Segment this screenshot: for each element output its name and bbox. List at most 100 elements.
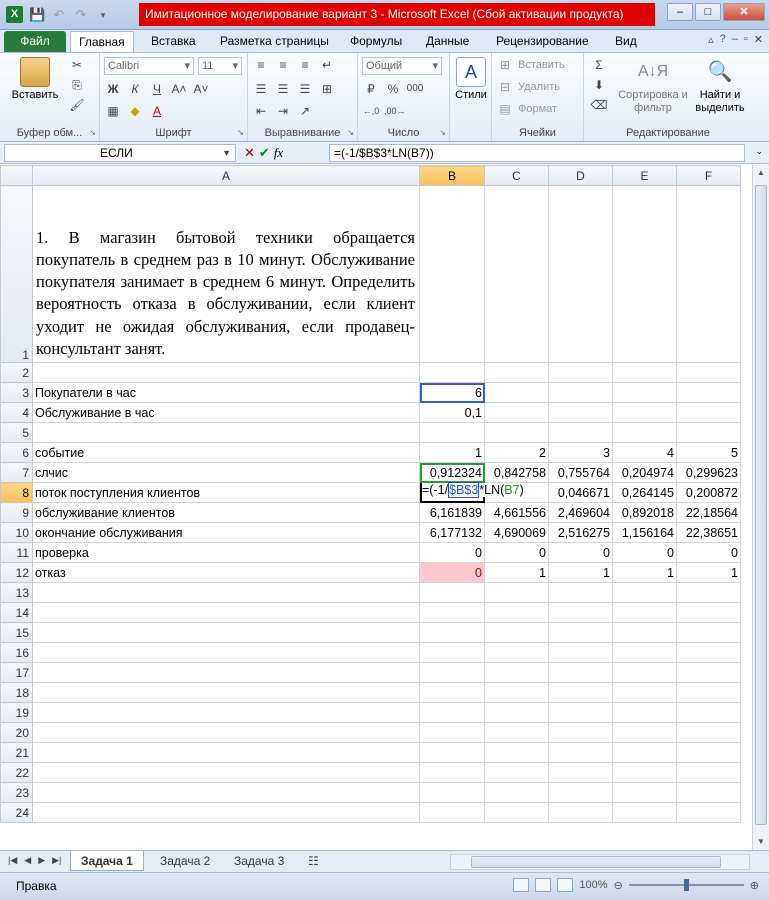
font-size-combo[interactable]: 11 ▾ xyxy=(198,57,242,75)
row-header[interactable]: 15 xyxy=(0,622,33,643)
tab-insert[interactable]: Вставка xyxy=(143,31,204,52)
cell[interactable] xyxy=(676,662,741,683)
column-header-a[interactable]: A xyxy=(32,165,420,186)
cell[interactable] xyxy=(612,762,677,783)
cell[interactable] xyxy=(676,762,741,783)
sort-filter-button[interactable]: A↓Я Сортировка и фильтр xyxy=(618,57,688,115)
row-header[interactable]: 10 xyxy=(0,522,33,543)
cell[interactable] xyxy=(419,622,485,643)
cell[interactable] xyxy=(548,422,613,443)
cell[interactable] xyxy=(484,362,549,383)
active-edit-cell[interactable]: =(-1/$B$3*LN(B7) xyxy=(419,482,524,503)
value-cell[interactable]: 0 xyxy=(484,542,549,563)
cell[interactable] xyxy=(612,722,677,743)
workbook-restore-icon[interactable]: ▫ xyxy=(744,33,748,46)
row-label-cell[interactable]: окончание обслуживания xyxy=(32,522,420,543)
cell[interactable] xyxy=(612,622,677,643)
cell[interactable] xyxy=(676,702,741,723)
increase-indent-icon[interactable]: ⇥ xyxy=(274,103,292,119)
cell[interactable] xyxy=(612,382,677,403)
autosum-icon[interactable]: Σ xyxy=(590,57,608,73)
first-sheet-icon[interactable]: |◀ xyxy=(8,855,17,866)
tab-review[interactable]: Рецензирование xyxy=(488,31,597,52)
row-header[interactable]: 7 xyxy=(0,462,33,483)
cell[interactable] xyxy=(548,185,613,363)
styles-button[interactable]: A Стили xyxy=(453,57,489,102)
row-header[interactable]: 11 xyxy=(0,542,33,563)
sheet-tab-1[interactable]: Задача 1 xyxy=(70,851,144,871)
cell[interactable] xyxy=(419,582,485,603)
maximize-button[interactable]: □ xyxy=(695,3,721,21)
cell[interactable] xyxy=(32,722,420,743)
clear-icon[interactable]: ⌫ xyxy=(590,97,608,113)
cell[interactable] xyxy=(419,642,485,663)
service-per-hour-cell[interactable]: 0,1 xyxy=(419,402,485,423)
paste-button[interactable]: Вставить xyxy=(6,57,64,102)
delete-cells-button[interactable]: Удалить xyxy=(518,81,560,93)
enter-icon[interactable]: ✔ xyxy=(259,144,270,162)
value-cell[interactable]: 22,18564 xyxy=(676,502,741,523)
customize-qat-icon[interactable]: ▾ xyxy=(95,7,111,23)
increase-decimal-icon[interactable]: ←,0 xyxy=(362,103,380,119)
cell[interactable] xyxy=(484,382,549,403)
scroll-down-icon[interactable]: ▼ xyxy=(753,834,769,850)
row-header[interactable]: 9 xyxy=(0,502,33,523)
cell[interactable] xyxy=(548,742,613,763)
cell[interactable] xyxy=(419,662,485,683)
value-cell[interactable]: 22,38651 xyxy=(676,522,741,543)
workbook-close-icon[interactable]: ✕ xyxy=(754,33,763,46)
cell[interactable] xyxy=(32,782,420,803)
cell[interactable] xyxy=(548,802,613,823)
value-cell[interactable]: 0,200872 xyxy=(676,482,741,503)
value-cell[interactable]: 0,842758 xyxy=(484,462,549,483)
font-launcher-icon[interactable]: ↘ xyxy=(237,128,244,137)
select-all-corner[interactable] xyxy=(0,165,33,186)
cell[interactable] xyxy=(612,742,677,763)
cell[interactable] xyxy=(419,802,485,823)
last-sheet-icon[interactable]: ▶| xyxy=(52,855,61,866)
undo-icon[interactable]: ↶ xyxy=(51,7,67,23)
cell[interactable] xyxy=(548,602,613,623)
normal-view-button[interactable] xyxy=(513,878,530,892)
cell[interactable] xyxy=(419,602,485,623)
cut-icon[interactable]: ✂ xyxy=(68,57,86,73)
value-cell[interactable]: 1,156164 xyxy=(612,522,677,543)
row-header[interactable]: 1 xyxy=(0,185,33,363)
align-top-icon[interactable]: ≡ xyxy=(252,57,270,73)
cell[interactable] xyxy=(484,682,549,703)
cell[interactable] xyxy=(676,185,741,363)
cell[interactable] xyxy=(676,642,741,663)
row-header[interactable]: 21 xyxy=(0,742,33,763)
task-description-cell[interactable]: 1. В магазин бытовой техники обращается … xyxy=(32,185,420,363)
expand-formula-icon[interactable]: ⌄ xyxy=(755,146,763,157)
cell[interactable] xyxy=(484,185,549,363)
row-header[interactable]: 8 xyxy=(0,482,33,503)
number-launcher-icon[interactable]: ↘ xyxy=(439,128,446,137)
value-cell[interactable]: 0,046671 xyxy=(548,482,613,503)
cell[interactable] xyxy=(419,722,485,743)
cell[interactable] xyxy=(676,422,741,443)
cell[interactable] xyxy=(548,582,613,603)
value-cell[interactable]: 1 xyxy=(484,562,549,583)
row-header[interactable]: 3 xyxy=(0,382,33,403)
format-cells-button[interactable]: Формат xyxy=(518,103,557,115)
cell[interactable] xyxy=(32,622,420,643)
in-cell-formula[interactable]: =(-1/$B$3*LN(B7) xyxy=(422,482,524,498)
formula-input[interactable]: =(-1/$B$3*LN(B7)) xyxy=(329,144,745,162)
cell[interactable] xyxy=(419,782,485,803)
insert-function-button[interactable]: fx xyxy=(274,144,283,162)
sheet-tab-2[interactable]: Задача 2 xyxy=(150,851,220,871)
cell[interactable] xyxy=(548,682,613,703)
cell[interactable] xyxy=(419,362,485,383)
cell[interactable] xyxy=(484,422,549,443)
bold-button[interactable]: Ж xyxy=(104,81,122,97)
value-cell[interactable]: 6,177132 xyxy=(419,522,485,543)
row-header[interactable]: 4 xyxy=(0,402,33,423)
clipboard-launcher-icon[interactable]: ↘ xyxy=(89,128,96,137)
cell[interactable] xyxy=(612,702,677,723)
help-icon[interactable]: ? xyxy=(720,33,726,46)
cell[interactable] xyxy=(548,382,613,403)
row-header[interactable]: 14 xyxy=(0,602,33,623)
row-header[interactable]: 5 xyxy=(0,422,33,443)
cell[interactable] xyxy=(612,185,677,363)
